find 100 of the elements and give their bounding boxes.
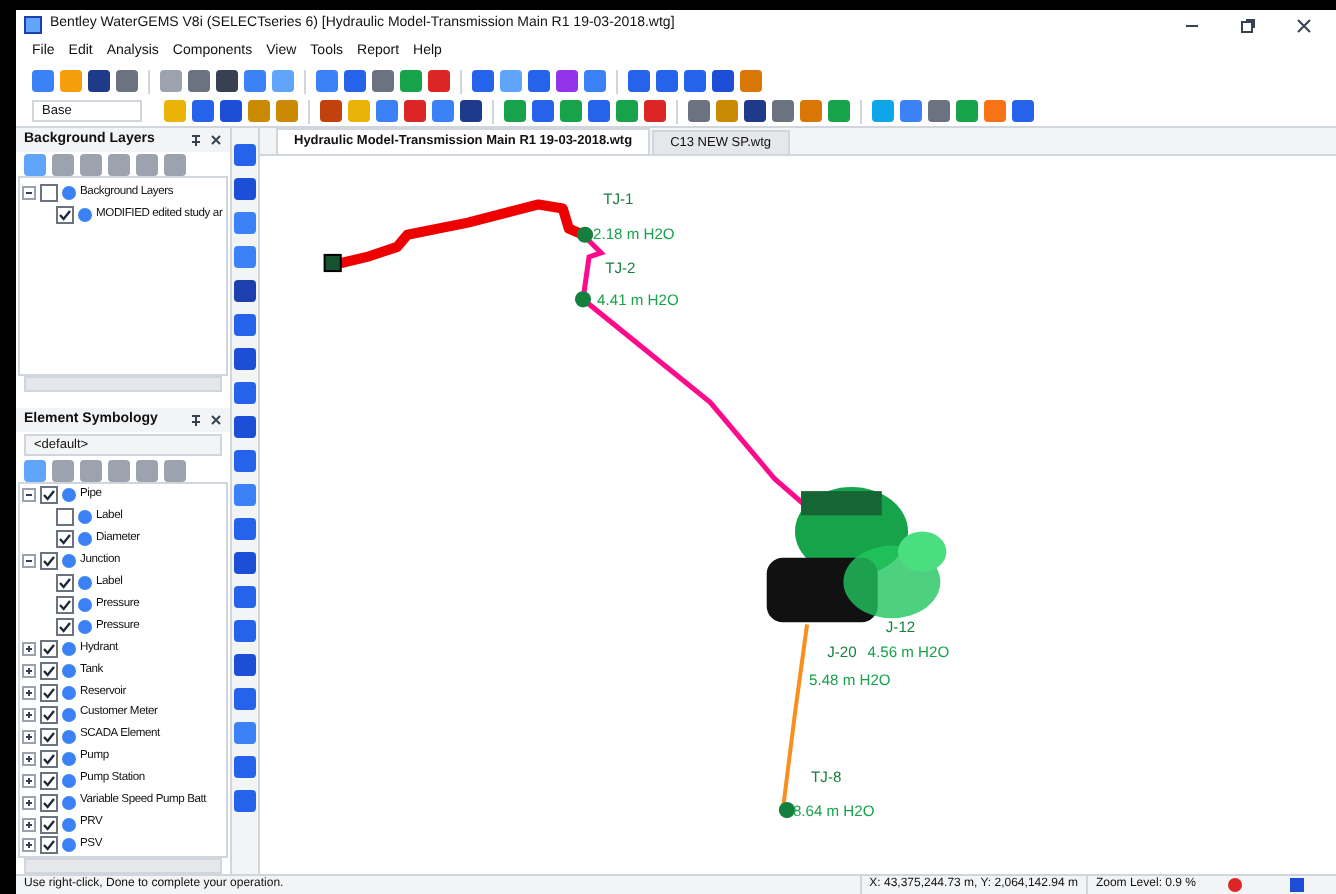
tool-icon[interactable] <box>234 552 256 574</box>
checkbox[interactable] <box>40 486 58 505</box>
expand-icon[interactable] <box>22 817 36 832</box>
expand-icon[interactable] <box>22 663 36 678</box>
checkbox[interactable] <box>56 574 74 593</box>
tool-icon[interactable] <box>1012 100 1034 122</box>
tool-icon[interactable] <box>234 518 256 540</box>
expand-icon[interactable] <box>22 642 36 657</box>
tool-icon[interactable] <box>234 688 256 710</box>
expand-icon[interactable] <box>22 838 36 853</box>
tool-icon[interactable] <box>428 70 450 92</box>
pin-icon[interactable] <box>190 133 202 147</box>
checkbox[interactable] <box>40 771 58 790</box>
expand-icon[interactable] <box>22 685 36 700</box>
expand-icon[interactable] <box>22 795 36 810</box>
tool-icon[interactable] <box>108 459 130 481</box>
tool-icon[interactable] <box>688 100 710 122</box>
close-icon[interactable] <box>210 414 222 426</box>
checkbox[interactable] <box>56 530 74 549</box>
checkbox[interactable] <box>40 184 58 202</box>
tool-icon[interactable] <box>900 100 922 122</box>
tool-icon[interactable] <box>528 70 550 92</box>
tool-icon[interactable] <box>220 100 242 122</box>
collapse-icon[interactable] <box>22 488 36 503</box>
expand-icon[interactable] <box>22 751 36 766</box>
tool-icon[interactable] <box>234 790 256 812</box>
tool-icon[interactable] <box>372 70 394 92</box>
tool-icon[interactable] <box>234 620 256 642</box>
tool-icon[interactable] <box>344 70 366 92</box>
tool-icon[interactable] <box>772 100 794 122</box>
checkbox[interactable] <box>40 705 58 724</box>
tool-icon[interactable] <box>404 100 426 122</box>
tool-icon[interactable] <box>532 100 554 122</box>
expand-icon[interactable] <box>22 729 36 744</box>
checkbox[interactable] <box>40 552 58 571</box>
checkbox[interactable] <box>40 793 58 812</box>
tool-icon[interactable] <box>234 654 256 676</box>
tool-icon[interactable] <box>52 153 74 175</box>
tool-icon[interactable] <box>744 100 766 122</box>
pin-icon[interactable] <box>190 413 202 427</box>
tool-icon[interactable] <box>136 459 158 481</box>
tool-icon[interactable] <box>928 100 950 122</box>
scrollbar[interactable] <box>24 376 222 392</box>
tool-icon[interactable] <box>584 70 606 92</box>
checkbox[interactable] <box>40 640 58 659</box>
tool-icon[interactable] <box>188 70 210 92</box>
scrollbar[interactable] <box>24 858 222 874</box>
tool-icon[interactable] <box>234 586 256 608</box>
tool-icon[interactable] <box>234 450 256 472</box>
checkbox[interactable] <box>56 508 74 527</box>
tool-icon[interactable] <box>136 153 158 175</box>
tool-icon[interactable] <box>234 314 256 336</box>
tool-icon[interactable] <box>32 70 54 92</box>
restore-icon[interactable] <box>1240 17 1256 33</box>
checkbox[interactable] <box>56 206 74 224</box>
tool-icon[interactable] <box>88 70 110 92</box>
tool-icon[interactable] <box>108 153 130 175</box>
tool-icon[interactable] <box>656 70 678 92</box>
tool-icon[interactable] <box>234 280 256 302</box>
collapse-icon[interactable] <box>22 186 36 200</box>
tool-icon[interactable] <box>216 70 238 92</box>
tool-icon[interactable] <box>684 70 706 92</box>
tool-icon[interactable] <box>234 144 256 166</box>
tool-icon[interactable] <box>320 100 342 122</box>
tool-icon[interactable] <box>644 100 666 122</box>
expand-icon[interactable] <box>22 773 36 788</box>
tool-icon[interactable] <box>24 153 46 175</box>
expand-icon[interactable] <box>22 707 36 722</box>
checkbox[interactable] <box>40 661 58 680</box>
checkbox[interactable] <box>40 815 58 834</box>
tool-icon[interactable] <box>80 153 102 175</box>
tool-icon[interactable] <box>234 348 256 370</box>
checkbox[interactable] <box>56 596 74 615</box>
tool-icon[interactable] <box>234 382 256 404</box>
tool-icon[interactable] <box>164 459 186 481</box>
junction-node <box>576 226 594 243</box>
checkbox[interactable] <box>40 836 58 855</box>
tool-icon[interactable] <box>556 70 578 92</box>
checkbox[interactable] <box>40 727 58 746</box>
tool-icon[interactable] <box>316 70 338 92</box>
tool-icon[interactable] <box>80 459 102 481</box>
tool-icon[interactable] <box>234 416 256 438</box>
tool-icon[interactable] <box>244 70 266 92</box>
tool-icon[interactable] <box>234 178 256 200</box>
tool-icon[interactable] <box>234 756 256 778</box>
tool-icon[interactable] <box>628 70 650 92</box>
checkbox[interactable] <box>56 618 74 637</box>
collapse-icon[interactable] <box>22 554 36 569</box>
tool-icon[interactable] <box>588 100 610 122</box>
tool-icon[interactable] <box>460 100 482 122</box>
tool-icon[interactable] <box>432 100 454 122</box>
close-icon[interactable] <box>210 134 222 146</box>
tool-icon[interactable] <box>712 70 734 92</box>
checkbox[interactable] <box>40 749 58 768</box>
checkbox[interactable] <box>40 683 58 702</box>
tool-icon[interactable] <box>192 100 214 122</box>
tool-icon[interactable] <box>472 70 494 92</box>
tool-icon[interactable] <box>116 70 138 92</box>
tool-icon[interactable] <box>376 100 398 122</box>
close-icon[interactable] <box>1296 17 1312 33</box>
